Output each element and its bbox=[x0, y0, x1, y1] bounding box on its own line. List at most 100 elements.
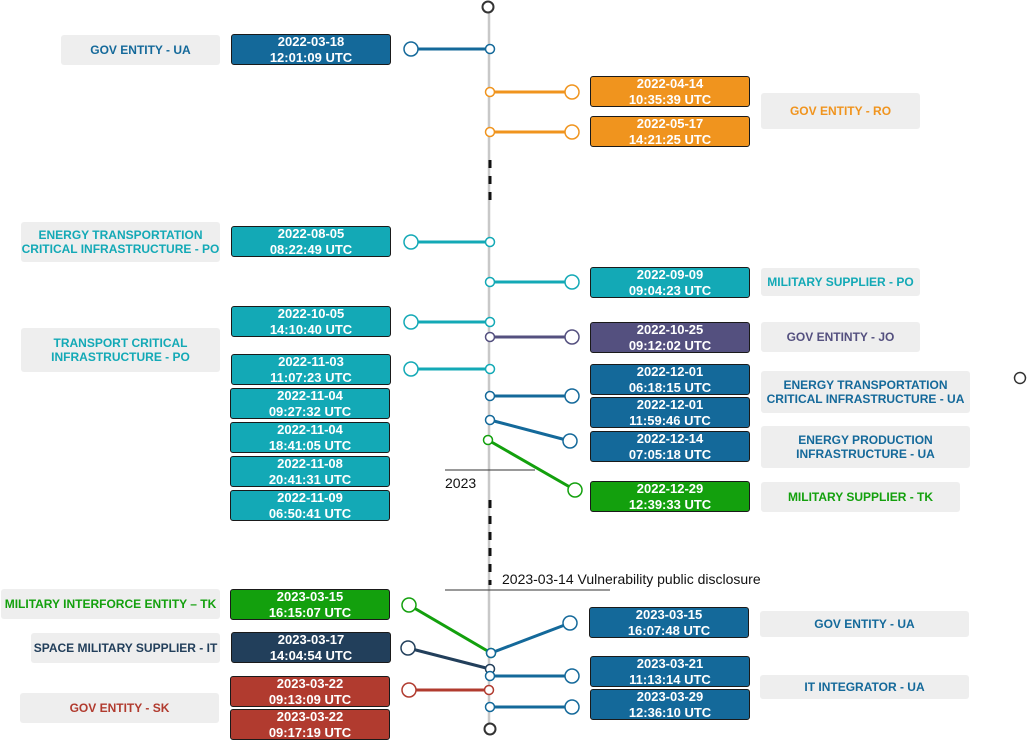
endpoint-node bbox=[401, 682, 417, 698]
event-time: 08:22:49 UTC bbox=[269, 241, 353, 257]
event-date: 2022-12-29 bbox=[636, 480, 704, 496]
axis-node bbox=[483, 684, 495, 696]
event-date: 2022-05-17 bbox=[636, 115, 704, 131]
event-box[interactable]: 2022-04-14 10:35:39 UTC bbox=[590, 76, 750, 107]
event-box[interactable]: 2023-03-21 11:13:14 UTC bbox=[590, 656, 750, 687]
endpoint-node bbox=[403, 234, 419, 250]
event-time: 20:41:31 UTC bbox=[268, 471, 352, 487]
axis-node bbox=[484, 670, 496, 682]
endpoint-node bbox=[564, 668, 580, 684]
event-date: 2023-03-17 bbox=[277, 631, 345, 647]
endpoint-node bbox=[562, 615, 578, 631]
event-time: 10:35:39 UTC bbox=[628, 91, 712, 107]
axis-node bbox=[482, 434, 494, 446]
axis-node bbox=[484, 701, 496, 713]
event-box[interactable]: 2022-12-14 07:05:18 UTC bbox=[590, 431, 750, 462]
entity-label-gov-jo: GOV ENTINTY - JO bbox=[761, 322, 920, 352]
event-date: 2023-03-29 bbox=[636, 688, 704, 704]
axis-node bbox=[484, 236, 496, 248]
event-date: 2022-12-01 bbox=[636, 396, 704, 412]
event-box[interactable]: 2022-09-09 09:04:23 UTC bbox=[590, 267, 750, 298]
event-box[interactable]: 2023-03-22 09:13:09 UTC bbox=[230, 676, 390, 707]
event-date: 2022-12-01 bbox=[636, 363, 704, 379]
event-time: 11:59:46 UTC bbox=[629, 412, 711, 428]
entity-label-energy-production-ua: ENERGY PRODUCTION INFRASTRUCTURE - UA bbox=[761, 426, 970, 468]
event-date: 2023-03-22 bbox=[276, 708, 344, 724]
event-box[interactable]: 2022-08-05 08:22:49 UTC bbox=[231, 226, 391, 257]
event-time: 09:17:19 UTC bbox=[268, 724, 352, 740]
event-connector bbox=[487, 438, 576, 492]
event-time: 09:04:23 UTC bbox=[628, 282, 712, 298]
axis-node bbox=[484, 331, 496, 343]
axis-node bbox=[484, 126, 496, 138]
event-time: 16:15:07 UTC bbox=[268, 604, 352, 620]
event-time: 09:13:09 UTC bbox=[268, 691, 352, 707]
event-box[interactable]: 2023-03-17 14:04:54 UTC bbox=[231, 632, 391, 663]
event-box[interactable]: 2023-03-15 16:15:07 UTC bbox=[230, 589, 390, 620]
event-time: 18:41:05 UTC bbox=[268, 437, 352, 453]
event-date: 2023-03-15 bbox=[276, 588, 344, 604]
event-box[interactable]: 2022-11-08 20:41:31 UTC bbox=[230, 456, 390, 487]
entity-label-it-integrator-ua: IT INTEGRATOR - UA bbox=[760, 675, 969, 699]
event-time: 14:10:40 UTC bbox=[269, 321, 353, 337]
event-box[interactable]: 2023-03-15 16:07:48 UTC bbox=[589, 607, 749, 638]
entity-label-energy-transport-ua: ENERGY TRANSPORTATION CRITICAL INFRASTRU… bbox=[761, 371, 970, 413]
event-box[interactable]: 2022-05-17 14:21:25 UTC bbox=[590, 116, 750, 147]
disclosure-annotation: 2023-03-14 Vulnerability public disclosu… bbox=[502, 571, 761, 587]
event-box[interactable]: 2022-10-05 14:10:40 UTC bbox=[231, 306, 391, 337]
event-date: 2022-11-08 bbox=[277, 455, 343, 471]
event-time: 12:36:10 UTC bbox=[628, 704, 712, 720]
entity-label-military-interforce-tk: MILITARY INTERFORCE ENTITY – TK bbox=[1, 589, 220, 619]
axis-node bbox=[484, 276, 496, 288]
event-box[interactable]: 2022-11-03 11:07:23 UTC bbox=[231, 354, 391, 385]
entity-label-transport-critical-po: TRANSPORT CRITICAL INFRASTRUCTURE - PO bbox=[21, 328, 220, 372]
event-box[interactable]: 2022-12-01 11:59:46 UTC bbox=[590, 397, 750, 428]
event-date: 2022-11-09 bbox=[277, 489, 343, 505]
entity-label-gov-ua-1: GOV ENTITY - UA bbox=[61, 35, 220, 65]
event-connector bbox=[490, 621, 571, 655]
event-time: 12:01:09 UTC bbox=[269, 49, 353, 65]
event-date: 2022-11-03 bbox=[278, 353, 344, 369]
event-box[interactable]: 2022-10-25 09:12:02 UTC bbox=[590, 322, 750, 353]
event-date: 2022-03-18 bbox=[277, 33, 345, 49]
event-date: 2022-11-04 bbox=[277, 421, 343, 437]
year-marker-2023: 2023 bbox=[445, 475, 477, 491]
event-time: 11:07:23 UTC bbox=[270, 369, 352, 385]
axis-node bbox=[485, 647, 497, 659]
axis-node bbox=[484, 86, 496, 98]
event-date: 2022-12-14 bbox=[636, 430, 704, 446]
event-date: 2022-04-14 bbox=[636, 75, 704, 91]
event-box[interactable]: 2022-12-29 12:39:33 UTC bbox=[590, 481, 750, 512]
event-time: 14:04:54 UTC bbox=[269, 647, 353, 663]
event-connector bbox=[408, 603, 492, 655]
event-time: 09:12:02 UTC bbox=[628, 337, 712, 353]
axis-node bbox=[484, 390, 496, 402]
timeline-diagram: 2023 2023-03-14 Vulnerability public dis… bbox=[0, 0, 1028, 741]
event-box[interactable]: 2022-11-04 09:27:32 UTC bbox=[230, 388, 390, 419]
endpoint-node bbox=[564, 274, 580, 290]
timeline-start-node bbox=[481, 0, 495, 14]
event-box[interactable]: 2022-11-04 18:41:05 UTC bbox=[230, 422, 390, 453]
axis-node bbox=[484, 316, 496, 328]
event-box[interactable]: 2022-12-01 06:18:15 UTC bbox=[590, 364, 750, 395]
event-date: 2022-10-25 bbox=[636, 321, 704, 337]
event-time: 06:18:15 UTC bbox=[628, 379, 712, 395]
event-date: 2023-03-21 bbox=[636, 655, 704, 671]
entity-label-energy-transport-po: ENERGY TRANSPORTATION CRITICAL INFRASTRU… bbox=[21, 222, 220, 262]
timeline-end-node bbox=[483, 722, 497, 736]
event-connector bbox=[489, 418, 571, 443]
entity-label-space-military-it: SPACE MILITARY SUPPLIER - IT bbox=[31, 633, 220, 663]
event-box[interactable]: 2023-03-22 09:17:19 UTC bbox=[230, 709, 390, 740]
event-time: 14:21:25 UTC bbox=[628, 131, 712, 147]
event-box[interactable]: 2022-11-09 06:50:41 UTC bbox=[230, 490, 390, 521]
endpoint-node bbox=[567, 482, 583, 498]
event-box[interactable]: 2023-03-29 12:36:10 UTC bbox=[590, 689, 750, 720]
event-time: 12:39:33 UTC bbox=[628, 496, 712, 512]
event-box[interactable]: 2022-03-18 12:01:09 UTC bbox=[231, 34, 391, 65]
endpoint-node bbox=[403, 41, 419, 57]
endpoint-node bbox=[403, 361, 419, 377]
axis-node bbox=[484, 363, 496, 375]
event-time: 11:13:14 UTC bbox=[629, 671, 711, 687]
event-date: 2023-03-22 bbox=[276, 675, 344, 691]
axis-node bbox=[484, 43, 496, 55]
